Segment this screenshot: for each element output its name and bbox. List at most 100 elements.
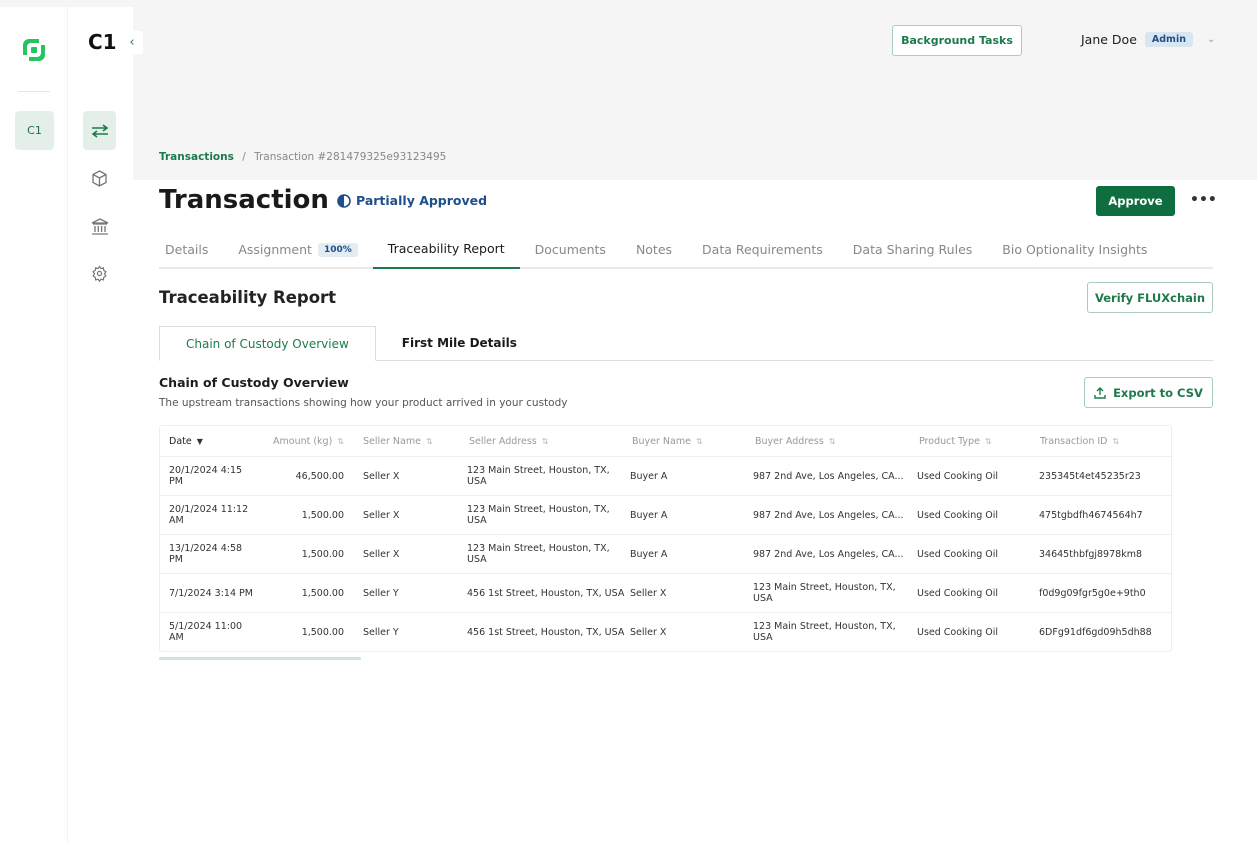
bank-icon: [91, 218, 108, 235]
tab-details[interactable]: Details: [159, 230, 223, 269]
table-row[interactable]: 13/1/2024 4:58 PM 1,500.00 Seller X 123 Mai…: [160, 534, 1171, 573]
custody-table: Date ▼ Amount (kg) ⇅ Seller Name ⇅ Seller A…: [159, 425, 1172, 652]
cell-seller-address: 456 1st Street, Houston, TX, USA: [467, 587, 625, 599]
table-row[interactable]: 20/1/2024 11:12 AM 1,500.00 Seller X 123 Ma…: [160, 495, 1171, 534]
cell-buyer-address: 123 Main Street, Houston, TX, USA: [753, 582, 896, 604]
workspace-name: C1: [88, 30, 117, 54]
col-label: Seller Address: [469, 435, 537, 447]
tab-label: Traceability Report: [387, 241, 505, 256]
cell-transaction-id: 34645thbfgj8978km8: [1039, 548, 1142, 560]
col-label: Buyer Name: [632, 435, 691, 447]
sort-icon: ⇅: [541, 436, 549, 446]
sort-icon: ⇅: [425, 436, 433, 446]
chevron-left-icon: ‹: [129, 35, 135, 50]
cell-amount: 1,500.00: [301, 626, 344, 638]
cell-product-type: Used Cooking Oil: [917, 587, 999, 599]
col-label: Date: [169, 435, 192, 447]
tab-traceability-report[interactable]: Traceability Report: [372, 230, 520, 269]
sidebar-item-settings[interactable]: [83, 254, 116, 293]
sort-icon: ⇅: [1112, 436, 1120, 446]
col-label: Transaction ID: [1040, 435, 1108, 447]
cell-seller-name: Seller X: [363, 548, 400, 560]
col-date[interactable]: Date ▼: [160, 436, 253, 447]
tab-assignment[interactable]: Assignment 100%: [223, 230, 372, 269]
table-row[interactable]: 7/1/2024 3:14 PM 1,500.00 Seller Y 456 1st …: [160, 573, 1171, 612]
sidebar-item-products[interactable]: [83, 159, 116, 198]
user-menu[interactable]: Jane Doe Admin ⌄: [1081, 32, 1215, 47]
sidebar-item-transactions[interactable]: [83, 111, 116, 150]
subtab-first-mile-details[interactable]: First Mile Details: [376, 326, 543, 360]
org-switcher[interactable]: C1: [15, 111, 54, 150]
subtab-chain-of-custody[interactable]: Chain of Custody Overview: [159, 326, 376, 361]
sort-icon: ⇅: [337, 436, 344, 446]
col-seller-address[interactable]: Seller Address ⇅: [467, 436, 630, 447]
collapse-sidebar-button[interactable]: ‹: [121, 31, 143, 54]
table-header: Date ▼ Amount (kg) ⇅ Seller Name ⇅ Seller A…: [160, 426, 1171, 456]
tab-data-sharing-rules[interactable]: Data Sharing Rules: [838, 230, 988, 269]
cell-buyer-address: 123 Main Street, Houston, TX, USA: [753, 621, 896, 643]
role-badge: Admin: [1144, 32, 1193, 47]
breadcrumb-separator: /: [242, 151, 246, 163]
tab-label: Bio Optionality Insights: [1002, 242, 1148, 257]
status-badge: Partially Approved: [337, 193, 487, 208]
breadcrumb-current: Transaction #281479325e93123495: [254, 151, 447, 163]
logo-icon: [23, 39, 45, 61]
transaction-tabs: Details Assignment 100% Traceability Repo…: [159, 230, 1213, 269]
arrows-swap-icon: [91, 123, 108, 138]
cell-transaction-id: 475tgbdfh4674564h7: [1039, 509, 1143, 521]
cell-product-type: Used Cooking Oil: [917, 626, 999, 638]
cell-transaction-id: 6DFg91df6gd09h5dh88: [1039, 626, 1152, 638]
col-buyer-address[interactable]: Buyer Address ⇅: [753, 436, 917, 447]
col-label: Seller Name: [363, 435, 421, 447]
background-tasks-button[interactable]: Background Tasks: [892, 25, 1022, 56]
cell-seller-name: Seller X: [363, 470, 400, 482]
tab-label: Data Sharing Rules: [852, 242, 973, 257]
table-row[interactable]: 5/1/2024 11:00 AM 1,500.00 Seller Y 456 1st…: [160, 612, 1171, 651]
report-subtabs: Chain of Custody Overview First Mile Det…: [159, 326, 1213, 361]
cell-buyer-name: Seller X: [630, 587, 667, 599]
tab-label: Documents: [534, 242, 606, 257]
breadcrumb: Transactions / Transaction #281479325e93…: [159, 151, 446, 163]
tab-notes[interactable]: Notes: [621, 230, 687, 269]
cell-date: 7/1/2024 3:14 PM: [169, 587, 253, 599]
approve-button[interactable]: Approve: [1096, 186, 1175, 216]
col-buyer-name[interactable]: Buyer Name ⇅: [630, 436, 753, 447]
tab-label: Assignment: [238, 242, 312, 257]
partial-status-icon: [337, 193, 351, 208]
gear-icon: [92, 265, 107, 282]
cell-amount: 46,500.00: [295, 470, 344, 482]
col-transaction-id[interactable]: Transaction ID ⇅: [1039, 436, 1171, 447]
export-csv-button[interactable]: Export to CSV: [1084, 377, 1213, 408]
col-label: Product Type: [919, 435, 980, 447]
report-title: Traceability Report: [159, 288, 337, 307]
cell-seller-address: 456 1st Street, Houston, TX, USA: [467, 626, 625, 638]
cell-buyer-name: Seller X: [630, 626, 667, 638]
page-title: Transaction: [159, 185, 329, 215]
tab-bio-optionality-insights[interactable]: Bio Optionality Insights: [987, 230, 1162, 269]
table-row[interactable]: 20/1/2024 4:15 PM 46,500.00 Seller X 123 Ma…: [160, 456, 1171, 495]
tab-label: Details: [165, 242, 209, 257]
section-description: The upstream transactions showing how yo…: [159, 397, 568, 409]
assignment-percent-badge: 100%: [317, 242, 358, 257]
sidebar-item-bank[interactable]: [83, 207, 116, 246]
tab-label: Data Requirements: [702, 242, 823, 257]
cell-buyer-address: 987 2nd Ave, Los Angeles, CA...: [753, 548, 904, 560]
horizontal-scrollbar[interactable]: [159, 657, 361, 660]
cell-seller-name: Seller Y: [363, 587, 399, 599]
cell-seller-name: Seller X: [363, 509, 400, 521]
breadcrumb-transactions-link[interactable]: Transactions: [159, 151, 234, 163]
cell-buyer-address: 987 2nd Ave, Los Angeles, CA...: [753, 509, 904, 521]
tab-data-requirements[interactable]: Data Requirements: [687, 230, 838, 269]
col-amount[interactable]: Amount (kg) ⇅: [253, 436, 344, 447]
col-product-type[interactable]: Product Type ⇅: [917, 436, 1039, 447]
cell-buyer-name: Buyer A: [630, 509, 668, 521]
more-options-icon[interactable]: •••: [1190, 192, 1217, 208]
divider: [18, 91, 50, 92]
cell-product-type: Used Cooking Oil: [917, 548, 999, 560]
tab-documents[interactable]: Documents: [520, 230, 621, 269]
cell-buyer-address: 987 2nd Ave, Los Angeles, CA...: [753, 470, 904, 482]
verify-fluxchain-button[interactable]: Verify FLUXchain: [1087, 282, 1213, 313]
col-seller-name[interactable]: Seller Name ⇅: [344, 436, 467, 447]
cell-seller-address: 123 Main Street, Houston, TX, USA: [467, 543, 610, 565]
col-label: Buyer Address: [755, 435, 824, 447]
